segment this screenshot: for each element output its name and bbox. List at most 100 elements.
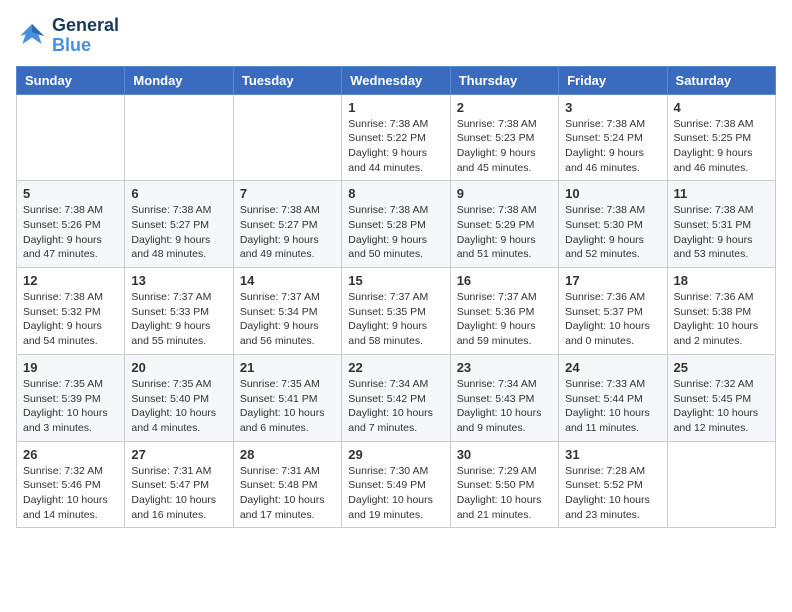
day-number: 15 bbox=[348, 273, 443, 288]
calendar-cell: 3Sunrise: 7:38 AM Sunset: 5:24 PM Daylig… bbox=[559, 94, 667, 181]
calendar-body: 1 Sunrise: 7:38 AM Sunset: 5:22 PM Daylig… bbox=[17, 94, 776, 528]
calendar-cell: 12Sunrise: 7:38 AM Sunset: 5:32 PM Dayli… bbox=[17, 268, 125, 355]
day-info: Sunrise: 7:38 AM Sunset: 5:25 PM Dayligh… bbox=[674, 117, 769, 176]
calendar-cell: 9 Sunrise: 7:38 AM Sunset: 5:29 PM Daylig… bbox=[450, 181, 558, 268]
calendar-cell: 24 Sunrise: 7:33 AM Sunset: 5:44 PM Dayli… bbox=[559, 354, 667, 441]
day-number: 6 bbox=[131, 186, 226, 201]
day-info: Sunrise: 7:34 AM Sunset: 5:42 PM Dayligh… bbox=[348, 377, 443, 436]
calendar-cell: 5 Sunrise: 7:38 AM Sunset: 5:26 PM Daylig… bbox=[17, 181, 125, 268]
logo: General Blue bbox=[16, 16, 119, 56]
calendar-cell: 25 Sunrise: 7:32 AM Sunset: 5:45 PM Dayli… bbox=[667, 354, 775, 441]
day-number: 18 bbox=[674, 273, 769, 288]
day-of-week-header: Monday bbox=[125, 66, 233, 94]
day-number: 9 bbox=[457, 186, 552, 201]
calendar-cell: 27 Sunrise: 7:31 AM Sunset: 5:47 PM Dayli… bbox=[125, 441, 233, 528]
calendar-cell: 13 Sunrise: 7:37 AM Sunset: 5:33 PM Dayli… bbox=[125, 268, 233, 355]
day-info: Sunrise: 7:37 AM Sunset: 5:36 PM Dayligh… bbox=[457, 290, 552, 349]
day-info: Sunrise: 7:38 AM Sunset: 5:32 PM Dayligh… bbox=[23, 290, 118, 349]
day-number: 25 bbox=[674, 360, 769, 375]
day-info: Sunrise: 7:28 AM Sunset: 5:52 PM Dayligh… bbox=[565, 464, 660, 523]
day-info: Sunrise: 7:38 AM Sunset: 5:29 PM Dayligh… bbox=[457, 203, 552, 262]
day-number: 20 bbox=[131, 360, 226, 375]
day-info: Sunrise: 7:38 AM Sunset: 5:27 PM Dayligh… bbox=[131, 203, 226, 262]
calendar-cell bbox=[17, 94, 125, 181]
day-number: 7 bbox=[240, 186, 335, 201]
calendar-cell: 7 Sunrise: 7:38 AM Sunset: 5:27 PM Daylig… bbox=[233, 181, 341, 268]
calendar-cell: 17 Sunrise: 7:36 AM Sunset: 5:37 PM Dayli… bbox=[559, 268, 667, 355]
calendar-cell: 4 Sunrise: 7:38 AM Sunset: 5:25 PM Daylig… bbox=[667, 94, 775, 181]
day-number: 26 bbox=[23, 447, 118, 462]
day-info: Sunrise: 7:30 AM Sunset: 5:49 PM Dayligh… bbox=[348, 464, 443, 523]
day-number: 29 bbox=[348, 447, 443, 462]
day-info: Sunrise: 7:38 AM Sunset: 5:26 PM Dayligh… bbox=[23, 203, 118, 262]
day-of-week-header: Tuesday bbox=[233, 66, 341, 94]
calendar-cell bbox=[233, 94, 341, 181]
days-of-week-row: SundayMondayTuesdayWednesdayThursdayFrid… bbox=[17, 66, 776, 94]
day-number: 5 bbox=[23, 186, 118, 201]
calendar-cell: 22 Sunrise: 7:34 AM Sunset: 5:42 PM Dayli… bbox=[342, 354, 450, 441]
calendar-cell: 10 Sunrise: 7:38 AM Sunset: 5:30 PM Dayli… bbox=[559, 181, 667, 268]
day-info: Sunrise: 7:38 AM Sunset: 5:28 PM Dayligh… bbox=[348, 203, 443, 262]
day-number: 22 bbox=[348, 360, 443, 375]
day-info: Sunrise: 7:34 AM Sunset: 5:43 PM Dayligh… bbox=[457, 377, 552, 436]
day-info: Sunrise: 7:36 AM Sunset: 5:38 PM Dayligh… bbox=[674, 290, 769, 349]
day-info: Sunrise: 7:38 AM Sunset: 5:27 PM Dayligh… bbox=[240, 203, 335, 262]
day-info: Sunrise: 7:35 AM Sunset: 5:40 PM Dayligh… bbox=[131, 377, 226, 436]
day-of-week-header: Sunday bbox=[17, 66, 125, 94]
calendar-cell: 19Sunrise: 7:35 AM Sunset: 5:39 PM Dayli… bbox=[17, 354, 125, 441]
day-number: 31 bbox=[565, 447, 660, 462]
calendar-week-row: 26Sunrise: 7:32 AM Sunset: 5:46 PM Dayli… bbox=[17, 441, 776, 528]
calendar-cell bbox=[667, 441, 775, 528]
calendar-cell: 14Sunrise: 7:37 AM Sunset: 5:34 PM Dayli… bbox=[233, 268, 341, 355]
day-number: 19 bbox=[23, 360, 118, 375]
day-info: Sunrise: 7:33 AM Sunset: 5:44 PM Dayligh… bbox=[565, 377, 660, 436]
day-number: 1 bbox=[348, 100, 443, 115]
day-number: 28 bbox=[240, 447, 335, 462]
calendar-cell: 23 Sunrise: 7:34 AM Sunset: 5:43 PM Dayli… bbox=[450, 354, 558, 441]
page-header: General Blue bbox=[16, 16, 776, 56]
day-number: 16 bbox=[457, 273, 552, 288]
day-info: Sunrise: 7:37 AM Sunset: 5:34 PM Dayligh… bbox=[240, 290, 335, 349]
day-info: Sunrise: 7:31 AM Sunset: 5:47 PM Dayligh… bbox=[131, 464, 226, 523]
day-info: Sunrise: 7:38 AM Sunset: 5:30 PM Dayligh… bbox=[565, 203, 660, 262]
day-number: 13 bbox=[131, 273, 226, 288]
day-of-week-header: Friday bbox=[559, 66, 667, 94]
day-number: 27 bbox=[131, 447, 226, 462]
day-info: Sunrise: 7:38 AM Sunset: 5:24 PM Dayligh… bbox=[565, 117, 660, 176]
day-number: 17 bbox=[565, 273, 660, 288]
calendar-cell: 2Sunrise: 7:38 AM Sunset: 5:23 PM Daylig… bbox=[450, 94, 558, 181]
day-number: 11 bbox=[674, 186, 769, 201]
calendar-week-row: 5 Sunrise: 7:38 AM Sunset: 5:26 PM Daylig… bbox=[17, 181, 776, 268]
calendar-cell: 6 Sunrise: 7:38 AM Sunset: 5:27 PM Daylig… bbox=[125, 181, 233, 268]
day-number: 8 bbox=[348, 186, 443, 201]
calendar-cell: 31 Sunrise: 7:28 AM Sunset: 5:52 PM Dayli… bbox=[559, 441, 667, 528]
calendar-week-row: 19Sunrise: 7:35 AM Sunset: 5:39 PM Dayli… bbox=[17, 354, 776, 441]
day-of-week-header: Saturday bbox=[667, 66, 775, 94]
day-number: 10 bbox=[565, 186, 660, 201]
day-info: Sunrise: 7:38 AM Sunset: 5:22 PM Dayligh… bbox=[348, 117, 443, 176]
day-number: 21 bbox=[240, 360, 335, 375]
day-info: Sunrise: 7:37 AM Sunset: 5:33 PM Dayligh… bbox=[131, 290, 226, 349]
day-info: Sunrise: 7:38 AM Sunset: 5:31 PM Dayligh… bbox=[674, 203, 769, 262]
day-info: Sunrise: 7:36 AM Sunset: 5:37 PM Dayligh… bbox=[565, 290, 660, 349]
calendar-cell: 26Sunrise: 7:32 AM Sunset: 5:46 PM Dayli… bbox=[17, 441, 125, 528]
calendar-table: SundayMondayTuesdayWednesdayThursdayFrid… bbox=[16, 66, 776, 529]
day-of-week-header: Wednesday bbox=[342, 66, 450, 94]
day-number: 30 bbox=[457, 447, 552, 462]
calendar-cell: 18 Sunrise: 7:36 AM Sunset: 5:38 PM Dayli… bbox=[667, 268, 775, 355]
logo-icon bbox=[16, 20, 48, 52]
logo-text: General Blue bbox=[52, 16, 119, 56]
day-number: 4 bbox=[674, 100, 769, 115]
calendar-cell: 16 Sunrise: 7:37 AM Sunset: 5:36 PM Dayli… bbox=[450, 268, 558, 355]
calendar-cell: 21Sunrise: 7:35 AM Sunset: 5:41 PM Dayli… bbox=[233, 354, 341, 441]
day-number: 24 bbox=[565, 360, 660, 375]
calendar-cell: 28 Sunrise: 7:31 AM Sunset: 5:48 PM Dayli… bbox=[233, 441, 341, 528]
calendar-cell: 30Sunrise: 7:29 AM Sunset: 5:50 PM Dayli… bbox=[450, 441, 558, 528]
day-info: Sunrise: 7:32 AM Sunset: 5:45 PM Dayligh… bbox=[674, 377, 769, 436]
day-number: 23 bbox=[457, 360, 552, 375]
day-number: 2 bbox=[457, 100, 552, 115]
day-of-week-header: Thursday bbox=[450, 66, 558, 94]
day-info: Sunrise: 7:31 AM Sunset: 5:48 PM Dayligh… bbox=[240, 464, 335, 523]
calendar-week-row: 12Sunrise: 7:38 AM Sunset: 5:32 PM Dayli… bbox=[17, 268, 776, 355]
calendar-cell: 8 Sunrise: 7:38 AM Sunset: 5:28 PM Daylig… bbox=[342, 181, 450, 268]
